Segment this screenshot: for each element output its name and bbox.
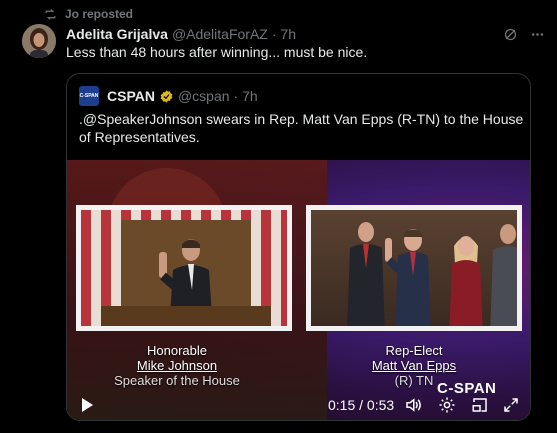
grok-icon[interactable]	[503, 27, 518, 42]
quoted-tweet-header: C-SPAN CSPAN @cspan · 7h	[79, 86, 258, 106]
picture-in-picture-icon[interactable]	[471, 396, 489, 414]
caption-rep-elect-title: Rep-Elect	[385, 343, 443, 358]
volume-icon[interactable]	[404, 396, 422, 414]
avatar-image	[22, 24, 56, 58]
repost-label: Jo reposted	[65, 7, 134, 21]
settings-gear-icon[interactable]	[438, 396, 456, 414]
quoted-author-name[interactable]: CSPAN	[107, 88, 155, 104]
background-figure	[490, 224, 517, 326]
cspan-avatar[interactable]: C-SPAN	[79, 86, 99, 106]
play-icon[interactable]	[79, 397, 95, 413]
tweet-text: Less than 48 hours after winning... must…	[66, 44, 368, 60]
quoted-tweet[interactable]: C-SPAN CSPAN @cspan · 7h .@SpeakerJohnso…	[66, 73, 531, 421]
caption-speaker-name: Mike Johnson	[136, 358, 218, 373]
author-name[interactable]: Adelita Grijalva	[66, 26, 168, 42]
video-controls: 0:15 / 0:53	[67, 388, 530, 420]
verified-badge-icon	[160, 89, 173, 103]
caption-speaker-role: Speaker of the House	[114, 373, 240, 388]
tweet-time[interactable]: · 7h	[272, 26, 296, 42]
caption-speaker-title: Honorable	[147, 343, 207, 358]
repost-indicator: Jo reposted	[44, 6, 133, 22]
woman-figure	[449, 236, 483, 326]
caption-speaker: Honorable Mike Johnson Speaker of the Ho…	[97, 343, 257, 388]
caption-rep-elect-name: Matt Van Epps	[371, 358, 457, 373]
podium	[101, 306, 271, 326]
video-time: 0:15 / 0:53	[328, 397, 395, 413]
quoted-author-handle[interactable]: @cspan	[178, 88, 230, 104]
quoted-tweet-time[interactable]: · 7h	[234, 88, 258, 104]
quoted-tweet-text: .@SpeakerJohnson swears in Rep. Matt Van…	[79, 111, 524, 145]
more-options-icon[interactable]	[530, 27, 545, 42]
author-handle[interactable]: @AdelitaForAZ	[172, 26, 268, 42]
avatar[interactable]	[22, 24, 56, 58]
video-frame-speaker	[76, 205, 292, 331]
video-player[interactable]: Honorable Mike Johnson Speaker of the Ho…	[67, 160, 530, 420]
repost-icon	[45, 8, 56, 20]
tweet-header: Adelita Grijalva @AdelitaForAZ · 7h	[66, 25, 545, 43]
rep-elect-figure	[385, 229, 431, 326]
fullscreen-icon[interactable]	[502, 396, 520, 414]
video-frame-rep-elect	[306, 205, 522, 331]
